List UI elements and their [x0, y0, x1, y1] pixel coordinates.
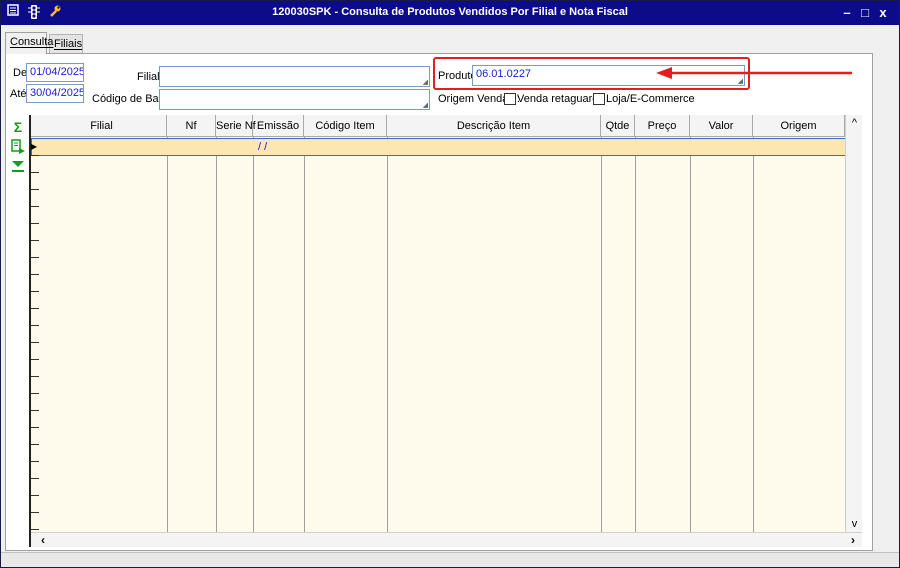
tab-consulta-label: Consulta — [10, 36, 54, 48]
filial-label: Filial — [137, 71, 160, 83]
table-row[interactable]: ▶ / / — [31, 138, 861, 156]
column-divider — [253, 137, 254, 532]
loja-ecommerce-label: Loja/E-Commerce — [606, 93, 695, 105]
filter-icon[interactable] — [9, 159, 27, 175]
cell-emissao[interactable]: / / — [258, 141, 267, 153]
col-header-preco[interactable]: Preço — [635, 115, 690, 137]
app-window: 120030SPK - Consulta de Produtos Vendido… — [0, 0, 900, 568]
col-header-filial[interactable]: Filial — [37, 115, 167, 137]
column-divider — [387, 137, 388, 532]
status-bar — [1, 552, 899, 567]
row-gutter — [31, 155, 39, 535]
scroll-right-icon[interactable]: › — [845, 533, 861, 547]
venda-retaguarda-label: Venda retaguarda — [517, 93, 605, 105]
loja-ecommerce-checkbox[interactable] — [593, 93, 605, 105]
column-divider — [167, 137, 168, 532]
close-button[interactable]: x — [875, 5, 891, 21]
vertical-scrollbar[interactable]: ^ v — [845, 115, 862, 532]
venda-retaguarda-checkbox[interactable] — [504, 93, 516, 105]
maximize-button[interactable]: □ — [857, 5, 873, 21]
col-header-codigo-item[interactable]: Código Item — [304, 115, 387, 137]
filial-field[interactable]: ◢ — [159, 66, 430, 87]
col-header-serie-nf[interactable]: Serie Nf — [216, 115, 256, 137]
column-divider — [690, 137, 691, 532]
tab-filiais[interactable]: Filiais — [49, 34, 83, 53]
scroll-down-icon[interactable]: v — [846, 516, 863, 532]
results-grid[interactable]: Filial Nf Serie Nf Emissão Código Item D… — [29, 115, 862, 547]
date-to-field[interactable]: 30/04/2025 — [26, 84, 84, 103]
scroll-up-icon[interactable]: ^ — [846, 115, 863, 131]
export-icon[interactable] — [9, 139, 27, 155]
lookup-corner-icon: ◢ — [422, 79, 428, 86]
col-header-nf[interactable]: Nf — [167, 115, 216, 137]
minimize-button[interactable]: – — [839, 5, 855, 21]
current-row-indicator-icon: ▶ — [31, 142, 38, 151]
col-header-valor[interactable]: Valor — [690, 115, 753, 137]
grid-header: Filial Nf Serie Nf Emissão Código Item D… — [31, 115, 845, 137]
column-divider — [753, 137, 754, 532]
col-header-descricao-item[interactable]: Descrição Item — [387, 115, 601, 137]
column-divider — [601, 137, 602, 532]
col-header-qtde[interactable]: Qtde — [601, 115, 635, 137]
col-header-origem[interactable]: Origem — [753, 115, 845, 137]
column-divider — [635, 137, 636, 532]
horizontal-scrollbar[interactable]: ‹ › — [31, 532, 862, 547]
column-divider — [304, 137, 305, 532]
lookup-corner-icon: ◢ — [422, 102, 428, 109]
de-label: De — [13, 67, 28, 79]
scroll-left-icon[interactable]: ‹ — [35, 533, 51, 547]
ate-label: Até — [10, 88, 27, 100]
title-bar: 120030SPK - Consulta de Produtos Vendido… — [1, 1, 899, 25]
tab-filiais-label: Filiais — [54, 38, 83, 50]
codigo-barras-field[interactable]: ◢ — [159, 89, 430, 110]
column-divider — [216, 137, 217, 532]
red-arrow-icon — [656, 67, 852, 79]
date-from-field[interactable]: 01/04/2025 — [26, 63, 84, 82]
sum-icon[interactable]: Σ — [9, 119, 27, 135]
tab-consulta[interactable]: Consulta — [5, 32, 53, 54]
col-header-emissao[interactable]: Emissão — [253, 115, 304, 137]
window-title: 120030SPK - Consulta de Produtos Vendido… — [272, 6, 628, 18]
